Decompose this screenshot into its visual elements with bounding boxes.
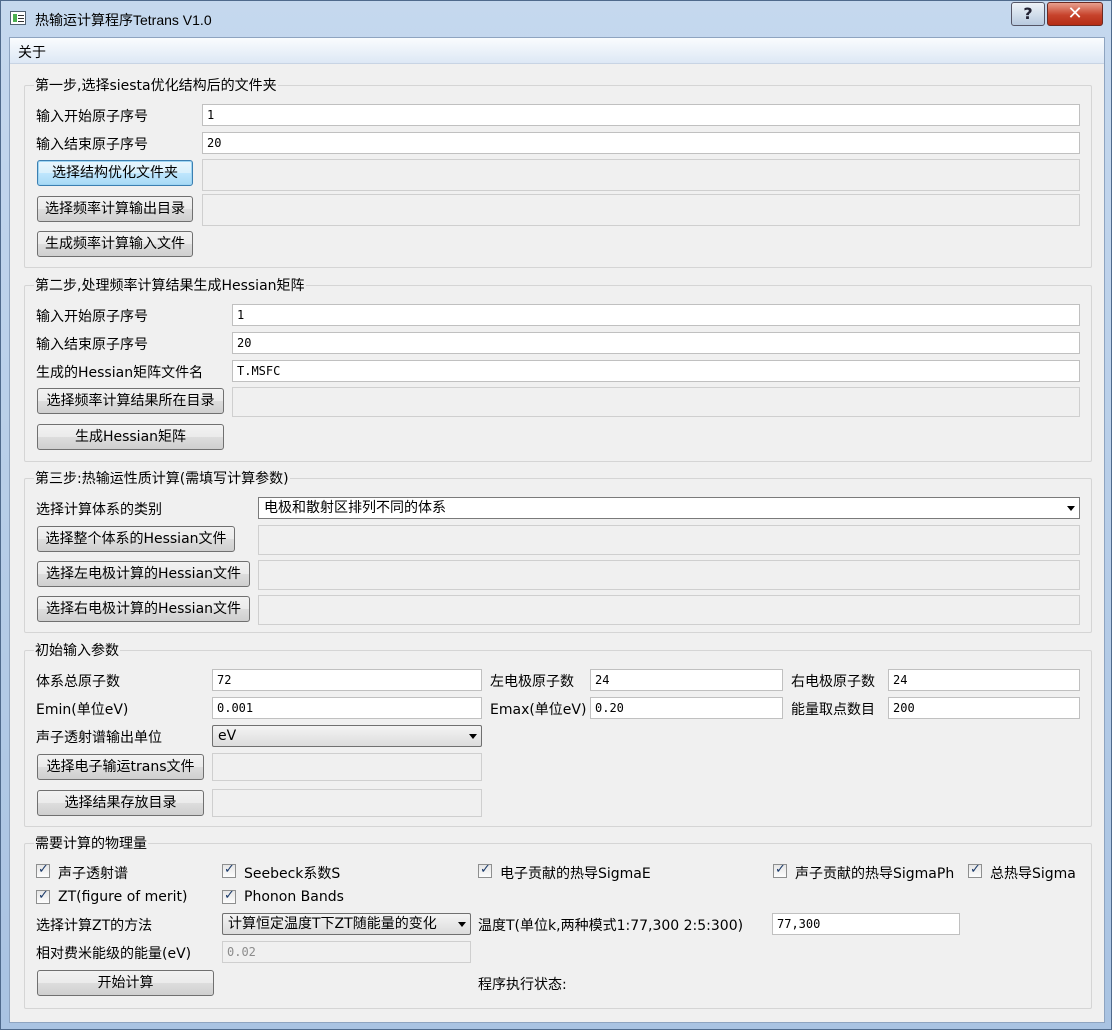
trans-file-path bbox=[212, 753, 482, 781]
check-label-phonon-bands[interactable]: Phonon Bands bbox=[244, 889, 344, 905]
step1-title: 第一步,选择siesta优化结构后的文件夹 bbox=[34, 75, 278, 95]
whole-hessian-path bbox=[258, 525, 1080, 555]
fermi-energy-label: 相对费米能级的能量(eV) bbox=[36, 946, 192, 962]
checkmark-icon: ✓ bbox=[775, 862, 786, 877]
zt-method-label: 选择计算ZT的方法 bbox=[36, 918, 153, 934]
phonon-unit-select[interactable]: eV bbox=[212, 725, 482, 747]
status-label: 程序执行状态: bbox=[478, 977, 567, 993]
left-atoms-input[interactable]: 24 bbox=[590, 669, 783, 691]
check-label-sigma-ph[interactable]: 声子贡献的热导SigmaPh bbox=[795, 863, 954, 883]
checkbox-zt[interactable]: ✓ bbox=[36, 888, 50, 904]
checkmark-icon: ✓ bbox=[224, 862, 235, 877]
temperature-input[interactable]: 77,300 bbox=[772, 913, 960, 935]
right-atoms-label: 右电极原子数 bbox=[791, 674, 875, 690]
check-label-zt[interactable]: ZT(figure of merit) bbox=[58, 889, 188, 905]
emin-input[interactable]: 0.001 bbox=[212, 697, 482, 719]
system-type-select[interactable]: 电极和散射区排列不同的体系 bbox=[258, 497, 1080, 519]
start-calc-button[interactable]: 开始计算 bbox=[37, 970, 214, 996]
physics-title: 需要计算的物理量 bbox=[34, 833, 148, 853]
chevron-down-icon bbox=[469, 734, 477, 739]
step2-end-atom-label: 输入结束原子序号 bbox=[36, 337, 148, 353]
select-opt-folder-button[interactable]: 选择结构优化文件夹 bbox=[37, 160, 193, 186]
checkmark-icon: ✓ bbox=[224, 888, 235, 903]
left-atoms-label: 左电极原子数 bbox=[490, 674, 574, 690]
checkbox-phonon-transmission[interactable]: ✓ bbox=[36, 862, 50, 878]
hessian-file-input[interactable]: T.MSFC bbox=[232, 360, 1080, 382]
freq-result-path bbox=[232, 387, 1080, 417]
zt-method-value: 计算恒定温度T下ZT随能量的变化 bbox=[228, 916, 437, 932]
emax-label: Emax(单位eV) bbox=[490, 702, 587, 718]
app-window: 热输运计算程序Tetrans V1.0 ? ✕ 关于 第一步,选择siesta优… bbox=[0, 0, 1112, 1030]
check-label-sigma-e[interactable]: 电子贡献的热导SigmaE bbox=[500, 863, 651, 883]
temperature-label: 温度T(单位k,两种模式1:77,300 2:5:300) bbox=[478, 918, 744, 934]
hessian-file-label: 生成的Hessian矩阵文件名 bbox=[36, 365, 204, 381]
step2-start-atom-label: 输入开始原子序号 bbox=[36, 309, 148, 325]
close-button[interactable]: ✕ bbox=[1047, 2, 1103, 26]
select-result-dir-button[interactable]: 选择结果存放目录 bbox=[37, 790, 204, 816]
step1-start-atom-input[interactable]: 1 bbox=[202, 104, 1080, 126]
checkbox-sigma-ph[interactable]: ✓ bbox=[773, 862, 787, 878]
select-right-hessian-button[interactable]: 选择右电极计算的Hessian文件 bbox=[37, 596, 250, 622]
menu-bar: 关于 bbox=[10, 38, 1104, 64]
step2-end-atom-input[interactable]: 20 bbox=[232, 332, 1080, 354]
check-label-seebeck[interactable]: Seebeck系数S bbox=[244, 863, 340, 883]
chevron-down-icon bbox=[458, 922, 466, 927]
gen-hessian-button[interactable]: 生成Hessian矩阵 bbox=[37, 424, 224, 450]
chevron-down-icon bbox=[1067, 506, 1075, 511]
gen-freq-input-button[interactable]: 生成频率计算输入文件 bbox=[37, 231, 193, 257]
checkmark-icon: ✓ bbox=[38, 888, 49, 903]
checkbox-seebeck[interactable]: ✓ bbox=[222, 862, 236, 878]
energy-points-input[interactable]: 200 bbox=[888, 697, 1080, 719]
params-title: 初始输入参数 bbox=[34, 640, 120, 660]
client-area: 关于 第一步,选择siesta优化结构后的文件夹 输入开始原子序号 1 输入结束… bbox=[9, 37, 1105, 1023]
checkmark-icon: ✓ bbox=[480, 862, 491, 877]
zt-method-select[interactable]: 计算恒定温度T下ZT随能量的变化 bbox=[222, 913, 471, 935]
system-type-label: 选择计算体系的类别 bbox=[36, 502, 162, 518]
step3-title: 第三步:热输运性质计算(需填写计算参数) bbox=[34, 468, 290, 488]
right-hessian-path bbox=[258, 595, 1080, 625]
phonon-unit-label: 声子透射谱输出单位 bbox=[36, 730, 162, 746]
step1-end-atom-input[interactable]: 20 bbox=[202, 132, 1080, 154]
energy-points-label: 能量取点数目 bbox=[791, 702, 875, 718]
right-atoms-input[interactable]: 24 bbox=[888, 669, 1080, 691]
checkbox-phonon-bands[interactable]: ✓ bbox=[222, 888, 236, 904]
result-dir-path bbox=[212, 789, 482, 817]
checkmark-icon: ✓ bbox=[38, 862, 49, 877]
select-freq-out-button[interactable]: 选择频率计算输出目录 bbox=[37, 196, 193, 222]
check-label-phonon-transmission[interactable]: 声子透射谱 bbox=[58, 863, 128, 883]
select-left-hessian-button[interactable]: 选择左电极计算的Hessian文件 bbox=[37, 561, 250, 587]
help-button[interactable]: ? bbox=[1011, 2, 1045, 26]
step1-start-atom-label: 输入开始原子序号 bbox=[36, 109, 148, 125]
menu-about[interactable]: 关于 bbox=[18, 42, 46, 62]
fermi-energy-input: 0.02 bbox=[222, 941, 471, 963]
select-whole-hessian-button[interactable]: 选择整个体系的Hessian文件 bbox=[37, 526, 235, 552]
window-title: 热输运计算程序Tetrans V1.0 bbox=[35, 12, 212, 28]
opt-folder-path bbox=[202, 159, 1080, 191]
select-trans-button[interactable]: 选择电子输运trans文件 bbox=[37, 754, 204, 780]
emax-input[interactable]: 0.20 bbox=[590, 697, 783, 719]
phonon-unit-value: eV bbox=[218, 728, 237, 744]
total-atoms-label: 体系总原子数 bbox=[36, 674, 120, 690]
total-atoms-input[interactable]: 72 bbox=[212, 669, 482, 691]
checkmark-icon: ✓ bbox=[970, 862, 981, 877]
freq-out-path bbox=[202, 194, 1080, 226]
system-type-value: 电极和散射区排列不同的体系 bbox=[264, 500, 446, 516]
check-label-sigma-total[interactable]: 总热导Sigma bbox=[990, 863, 1076, 883]
emin-label: Emin(单位eV) bbox=[36, 702, 129, 718]
title-bar[interactable]: 热输运计算程序Tetrans V1.0 ? ✕ bbox=[1, 1, 1111, 37]
left-hessian-path bbox=[258, 560, 1080, 590]
step2-title: 第二步,处理频率计算结果生成Hessian矩阵 bbox=[34, 275, 306, 295]
checkbox-sigma-e[interactable]: ✓ bbox=[478, 862, 492, 878]
app-icon bbox=[10, 11, 26, 25]
step1-end-atom-label: 输入结束原子序号 bbox=[36, 137, 148, 153]
step2-start-atom-input[interactable]: 1 bbox=[232, 304, 1080, 326]
select-freq-result-button[interactable]: 选择频率计算结果所在目录 bbox=[37, 388, 224, 414]
checkbox-sigma-total[interactable]: ✓ bbox=[968, 862, 982, 878]
